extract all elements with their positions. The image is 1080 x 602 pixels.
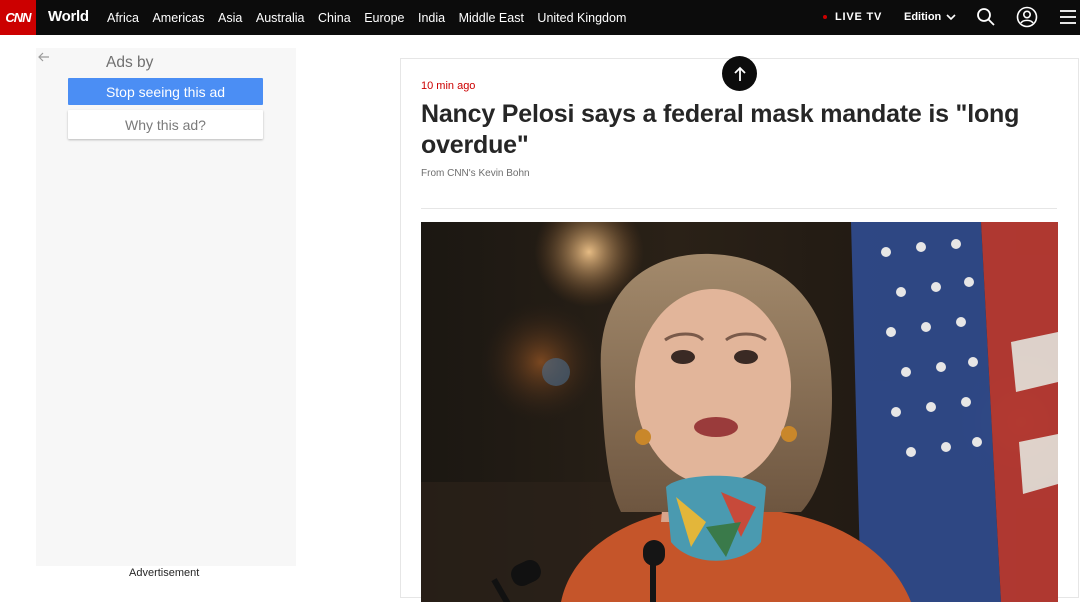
why-this-ad-button[interactable]: Why this ad? xyxy=(68,110,263,139)
live-dot-icon xyxy=(823,15,827,19)
divider xyxy=(421,208,1057,209)
top-navigation-bar: CNN World Africa Americas Asia Australia… xyxy=(0,0,1080,35)
advertisement-label: Advertisement xyxy=(129,567,200,579)
article-timestamp: 10 min ago xyxy=(421,80,476,92)
ads-by-label: Ads by xyxy=(106,54,154,71)
nav-item-india[interactable]: India xyxy=(418,11,445,25)
nav-item-asia[interactable]: Asia xyxy=(218,11,242,25)
menu-button[interactable] xyxy=(1057,6,1079,28)
chevron-down-icon xyxy=(946,13,956,20)
ad-panel: Ads by Stop seeing this ad Why this ad? xyxy=(36,48,296,566)
search-button[interactable] xyxy=(975,6,997,28)
article-headline[interactable]: Nancy Pelosi says a federal mask mandate… xyxy=(421,99,1061,161)
account-icon xyxy=(1016,6,1038,28)
flag xyxy=(851,222,1058,602)
account-button[interactable] xyxy=(1016,6,1038,28)
back-arrow-icon[interactable] xyxy=(38,51,50,65)
article-photo[interactable] xyxy=(421,222,1058,602)
section-title-world[interactable]: World xyxy=(48,8,89,25)
cnn-logo[interactable]: CNN xyxy=(0,0,36,35)
edition-label: Edition xyxy=(904,11,942,23)
nav-item-americas[interactable]: Americas xyxy=(152,11,204,25)
nav-item-china[interactable]: China xyxy=(318,11,351,25)
nav-item-africa[interactable]: Africa xyxy=(107,11,139,25)
edition-dropdown[interactable]: Edition xyxy=(904,11,956,23)
menu-icon xyxy=(1060,10,1076,24)
live-tv-link[interactable]: LIVE TV xyxy=(823,11,882,23)
live-tv-label: LIVE TV xyxy=(835,11,883,23)
nav-item-europe[interactable]: Europe xyxy=(364,11,404,25)
stop-seeing-ad-button[interactable]: Stop seeing this ad xyxy=(68,78,263,105)
article-card: 10 min ago Nancy Pelosi says a federal m… xyxy=(400,58,1079,602)
search-icon xyxy=(977,8,995,26)
nav-item-middle-east[interactable]: Middle East xyxy=(459,11,524,25)
nav-item-australia[interactable]: Australia xyxy=(256,11,305,25)
arrow-up-icon xyxy=(733,66,746,81)
scroll-to-top-button[interactable] xyxy=(722,56,757,91)
article-byline: From CNN's Kevin Bohn xyxy=(421,168,530,179)
region-nav: Africa Americas Asia Australia China Eur… xyxy=(107,0,640,35)
nav-item-united-kingdom[interactable]: United Kingdom xyxy=(537,11,626,25)
